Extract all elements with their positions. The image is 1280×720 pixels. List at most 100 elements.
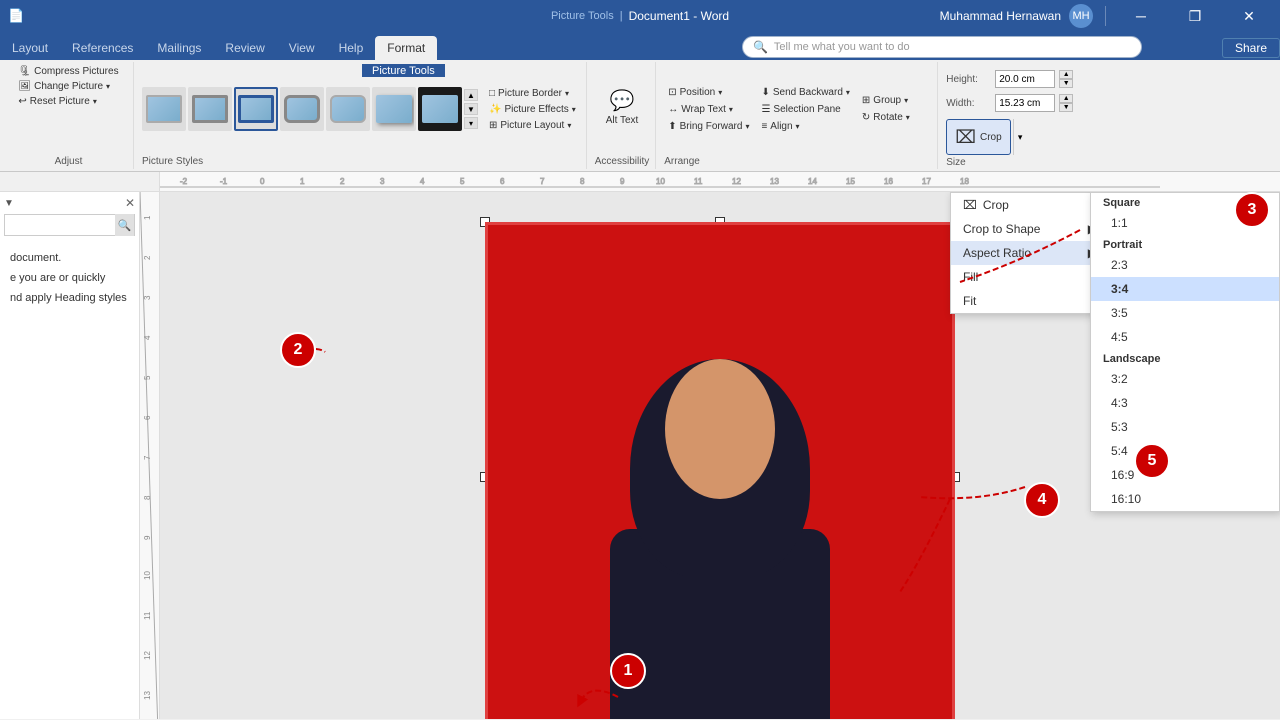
user-name: Muhammad Hernawan xyxy=(940,9,1061,23)
send-backward-button[interactable]: ⬇ Send Backward ▾ xyxy=(757,85,853,100)
crop-to-shape-item[interactable]: Crop to Shape ▶ xyxy=(951,217,1109,241)
border-dropdown: ▾ xyxy=(565,89,569,98)
width-label: Width: xyxy=(946,98,991,109)
svg-text:8: 8 xyxy=(143,495,152,500)
picture-layout-button[interactable]: ⊞ Picture Layout ▾ xyxy=(485,118,580,133)
style-scroll-more[interactable]: ▾ xyxy=(464,117,478,129)
annotation-4: 4 xyxy=(1024,482,1060,518)
height-down[interactable]: ▼ xyxy=(1059,79,1073,88)
ratio-3-2[interactable]: 3:2 xyxy=(1091,367,1279,391)
restore-button[interactable]: ❐ xyxy=(1172,0,1218,32)
picture-effects-button[interactable]: ✨ Picture Effects ▾ xyxy=(485,102,580,117)
alt-text-button[interactable]: 💬 Alt Text xyxy=(600,84,645,130)
photo-container[interactable] xyxy=(485,222,955,719)
style-thumb-2[interactable] xyxy=(188,87,232,131)
svg-text:8: 8 xyxy=(580,177,585,186)
tab-help[interactable]: Help xyxy=(327,36,376,60)
svg-text:5: 5 xyxy=(460,177,465,186)
tab-format[interactable]: Format xyxy=(375,36,437,60)
wrap-text-button[interactable]: ↔ Wrap Text ▾ xyxy=(664,102,753,117)
svg-text:7: 7 xyxy=(540,177,545,186)
crop-dropdown-arrow[interactable]: ▾ xyxy=(1013,119,1027,155)
sidebar: ▼ ✕ 🔍 document. e you are or quickly nd … xyxy=(0,192,140,719)
ratio-16-9[interactable]: 16:9 xyxy=(1091,463,1279,487)
ratio-16-10[interactable]: 16:10 xyxy=(1091,487,1279,511)
aspect-ratio-item[interactable]: Aspect Ratio ▶ xyxy=(951,241,1109,265)
width-up[interactable]: ▲ xyxy=(1059,94,1073,103)
sidebar-search[interactable]: 🔍 xyxy=(4,214,135,236)
ratio-5-3[interactable]: 5:3 xyxy=(1091,415,1279,439)
title-center: Picture Tools | Document1 - Word xyxy=(551,9,729,23)
style-thumb-3[interactable] xyxy=(234,87,278,131)
svg-text:15: 15 xyxy=(846,177,855,186)
ratio-4-5[interactable]: 4:5 xyxy=(1091,325,1279,349)
svg-text:12: 12 xyxy=(732,177,741,186)
alt-text-icon: 💬 xyxy=(610,88,635,113)
photo-background xyxy=(488,225,952,719)
height-input[interactable] xyxy=(995,70,1055,88)
group-button[interactable]: ⊞ Group ▾ xyxy=(858,93,914,108)
svg-text:11: 11 xyxy=(694,177,703,186)
minimize-button[interactable]: ─ xyxy=(1118,0,1164,32)
svg-text:14: 14 xyxy=(808,177,817,186)
tab-references[interactable]: References xyxy=(60,36,145,60)
tab-review[interactable]: Review xyxy=(213,36,276,60)
search-bar[interactable]: 🔍 Tell me what you want to do xyxy=(742,36,1142,58)
align-icon: ≡ xyxy=(761,121,767,132)
sidebar-search-button[interactable]: 🔍 xyxy=(115,214,134,236)
ratio-1-1[interactable]: 1:1 xyxy=(1091,211,1279,235)
share-button[interactable]: Share xyxy=(1222,38,1280,58)
tab-layout[interactable]: Layout xyxy=(0,36,60,60)
search-placeholder: Tell me what you want to do xyxy=(774,41,910,53)
close-button[interactable]: ✕ xyxy=(1226,0,1272,32)
align-button[interactable]: ≡ Align ▾ xyxy=(757,119,853,134)
sidebar-search-input[interactable] xyxy=(5,219,115,231)
fill-item[interactable]: Fill xyxy=(951,265,1109,289)
style-thumb-1[interactable] xyxy=(142,87,186,131)
size-label: Size xyxy=(946,155,965,168)
change-picture-button[interactable]: 🖼 Change Picture ▾ xyxy=(14,79,114,94)
svg-text:2: 2 xyxy=(340,177,345,186)
style-scroll-down[interactable]: ▼ xyxy=(464,103,478,115)
position-button[interactable]: ⊡ Position ▾ xyxy=(664,85,753,100)
svg-text:11: 11 xyxy=(143,611,152,620)
style-thumb-7[interactable] xyxy=(418,87,462,131)
crop-button[interactable]: ⌧ Crop xyxy=(946,119,1010,155)
ruler-row: -2 -1 0 1 2 3 4 5 6 7 8 9 10 11 12 13 14… xyxy=(0,172,1280,192)
height-up[interactable]: ▲ xyxy=(1059,70,1073,79)
crop-menu-item[interactable]: ⌧ Crop xyxy=(951,193,1109,217)
tab-mailings[interactable]: Mailings xyxy=(145,36,213,60)
fit-item[interactable]: Fit xyxy=(951,289,1109,313)
ratio-3-5[interactable]: 3:5 xyxy=(1091,301,1279,325)
style-thumb-5[interactable] xyxy=(326,87,370,131)
selection-pane-button[interactable]: ☰ Selection Pane xyxy=(757,102,853,117)
svg-text:13: 13 xyxy=(770,177,779,186)
app-label: Picture Tools xyxy=(551,10,614,22)
style-scroll-up[interactable]: ▲ xyxy=(464,89,478,101)
sidebar-close-button[interactable]: ✕ xyxy=(125,196,135,210)
style-thumb-6[interactable] xyxy=(372,87,416,131)
svg-text:1: 1 xyxy=(300,177,305,186)
width-input[interactable] xyxy=(995,94,1055,112)
adjust-label: Adjust xyxy=(55,154,83,167)
ratio-5-4[interactable]: 5:4 xyxy=(1091,439,1279,463)
crop-icon: ⌧ xyxy=(955,127,976,148)
ratio-4-3[interactable]: 4:3 xyxy=(1091,391,1279,415)
reset-picture-button[interactable]: ↩ Reset Picture ▾ xyxy=(14,94,100,109)
svg-text:6: 6 xyxy=(500,177,505,186)
tab-view[interactable]: View xyxy=(277,36,327,60)
horizontal-ruler: -2 -1 0 1 2 3 4 5 6 7 8 9 10 11 12 13 14… xyxy=(160,172,1280,191)
selection-icon: ☰ xyxy=(761,104,770,115)
ratio-2-3[interactable]: 2:3 xyxy=(1091,253,1279,277)
bring-forward-button[interactable]: ⬆ Bring Forward ▾ xyxy=(664,119,753,134)
svg-text:-1: -1 xyxy=(220,177,228,186)
user-avatar: MH xyxy=(1069,4,1093,28)
width-down[interactable]: ▼ xyxy=(1059,103,1073,112)
crop-dropdown-menu: ⌧ Crop Crop to Shape ▶ Aspect Ratio ▶ Fi… xyxy=(950,192,1110,314)
svg-text:2: 2 xyxy=(143,255,152,260)
compress-pictures-button[interactable]: 🗜 Compress Pictures xyxy=(14,64,122,79)
rotate-button[interactable]: ↻ Rotate ▾ xyxy=(858,110,914,125)
picture-border-button[interactable]: □ Picture Border ▾ xyxy=(485,86,580,101)
style-thumb-4[interactable] xyxy=(280,87,324,131)
ratio-3-4[interactable]: 3:4 xyxy=(1091,277,1279,301)
